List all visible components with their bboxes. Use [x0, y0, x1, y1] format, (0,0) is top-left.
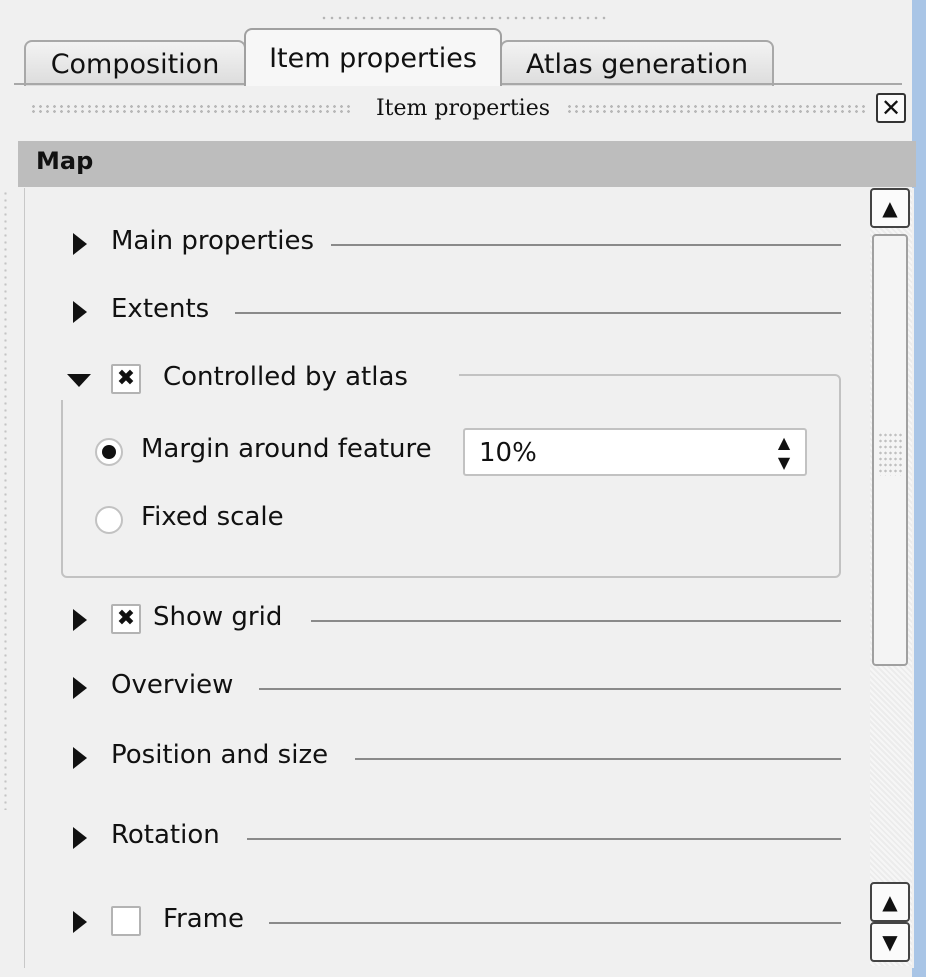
- group-rotation[interactable]: Rotation: [25, 818, 865, 858]
- tab-item-properties[interactable]: Item properties: [244, 28, 502, 86]
- group-label: Main properties: [111, 226, 315, 256]
- dock-drag-grip[interactable]: [320, 14, 610, 22]
- tab-bar: Composition Item properties Atlas genera…: [22, 28, 782, 86]
- group-controlled-by-atlas[interactable]: ✖ Controlled by atlas: [25, 360, 865, 400]
- group-label: Rotation: [111, 820, 220, 850]
- group-divider: [235, 312, 841, 314]
- item-properties-dock: Composition Item properties Atlas genera…: [0, 0, 926, 977]
- group-label: Controlled by atlas: [163, 362, 408, 392]
- title-grip-right: [566, 104, 866, 114]
- group-divider: [247, 838, 841, 840]
- group-label: Show grid: [153, 602, 283, 632]
- expand-arrow-icon[interactable]: [73, 233, 87, 255]
- group-divider: [355, 758, 841, 760]
- atlas-checkbox[interactable]: ✖: [111, 364, 141, 394]
- left-resize-grip[interactable]: [2, 190, 10, 810]
- group-label: Frame: [163, 904, 245, 934]
- expand-arrow-icon[interactable]: [73, 827, 87, 849]
- scroll-up-bottom-icon[interactable]: ▲: [870, 882, 910, 922]
- spin-buttons: ▲ ▼: [765, 432, 803, 472]
- fixed-scale-radio[interactable]: [95, 506, 123, 534]
- margin-label[interactable]: Margin around feature: [141, 434, 432, 464]
- expand-arrow-icon[interactable]: [73, 677, 87, 699]
- title-grip-left: [30, 104, 350, 114]
- group-position-size[interactable]: Position and size: [25, 738, 865, 778]
- margin-spinbox[interactable]: 10% ▲ ▼: [463, 428, 807, 476]
- group-divider: [259, 688, 841, 690]
- thumb-grip: [878, 432, 904, 476]
- expand-arrow-icon[interactable]: [73, 301, 87, 323]
- group-show-grid[interactable]: ✖ Show grid: [25, 600, 865, 640]
- scrollbar-thumb[interactable]: [872, 234, 908, 666]
- dock-title: Item properties: [375, 96, 551, 121]
- tab-composition[interactable]: Composition: [24, 40, 246, 86]
- group-extents[interactable]: Extents: [25, 292, 865, 332]
- show-grid-checkbox[interactable]: ✖: [111, 604, 141, 634]
- dock-title-bar[interactable]: Item properties: [18, 92, 890, 128]
- margin-radio[interactable]: [95, 438, 123, 466]
- margin-value[interactable]: 10%: [479, 438, 537, 468]
- scroll-up-icon[interactable]: ▲: [870, 188, 910, 228]
- expand-arrow-icon[interactable]: [73, 911, 87, 933]
- vertical-scrollbar[interactable]: ▲ ▲ ▼: [870, 188, 912, 966]
- group-divider: [269, 922, 841, 924]
- spin-down-icon[interactable]: ▼: [765, 452, 803, 472]
- group-main-properties[interactable]: Main properties: [25, 224, 865, 264]
- collapse-arrow-icon[interactable]: [67, 374, 91, 387]
- group-label: Extents: [111, 294, 210, 324]
- spin-up-icon[interactable]: ▲: [765, 432, 803, 452]
- expand-arrow-icon[interactable]: [73, 747, 87, 769]
- frame-checkbox[interactable]: [111, 906, 141, 936]
- group-overview[interactable]: Overview: [25, 668, 865, 708]
- section-header-map: Map: [18, 141, 916, 187]
- fixed-scale-label[interactable]: Fixed scale: [141, 502, 284, 532]
- close-icon[interactable]: ✕: [876, 93, 906, 123]
- group-frame[interactable]: Frame: [25, 902, 865, 942]
- group-label: Overview: [111, 670, 234, 700]
- group-box-controlled-by-atlas: [61, 374, 841, 578]
- scroll-down-icon[interactable]: ▼: [870, 922, 910, 962]
- group-label: Position and size: [111, 740, 329, 770]
- tab-atlas-generation[interactable]: Atlas generation: [500, 40, 774, 86]
- expand-arrow-icon[interactable]: [73, 609, 87, 631]
- group-divider: [311, 620, 841, 622]
- properties-scroll-area[interactable]: Main properties Extents ✖ Controlled by …: [24, 188, 914, 968]
- group-divider: [331, 244, 841, 246]
